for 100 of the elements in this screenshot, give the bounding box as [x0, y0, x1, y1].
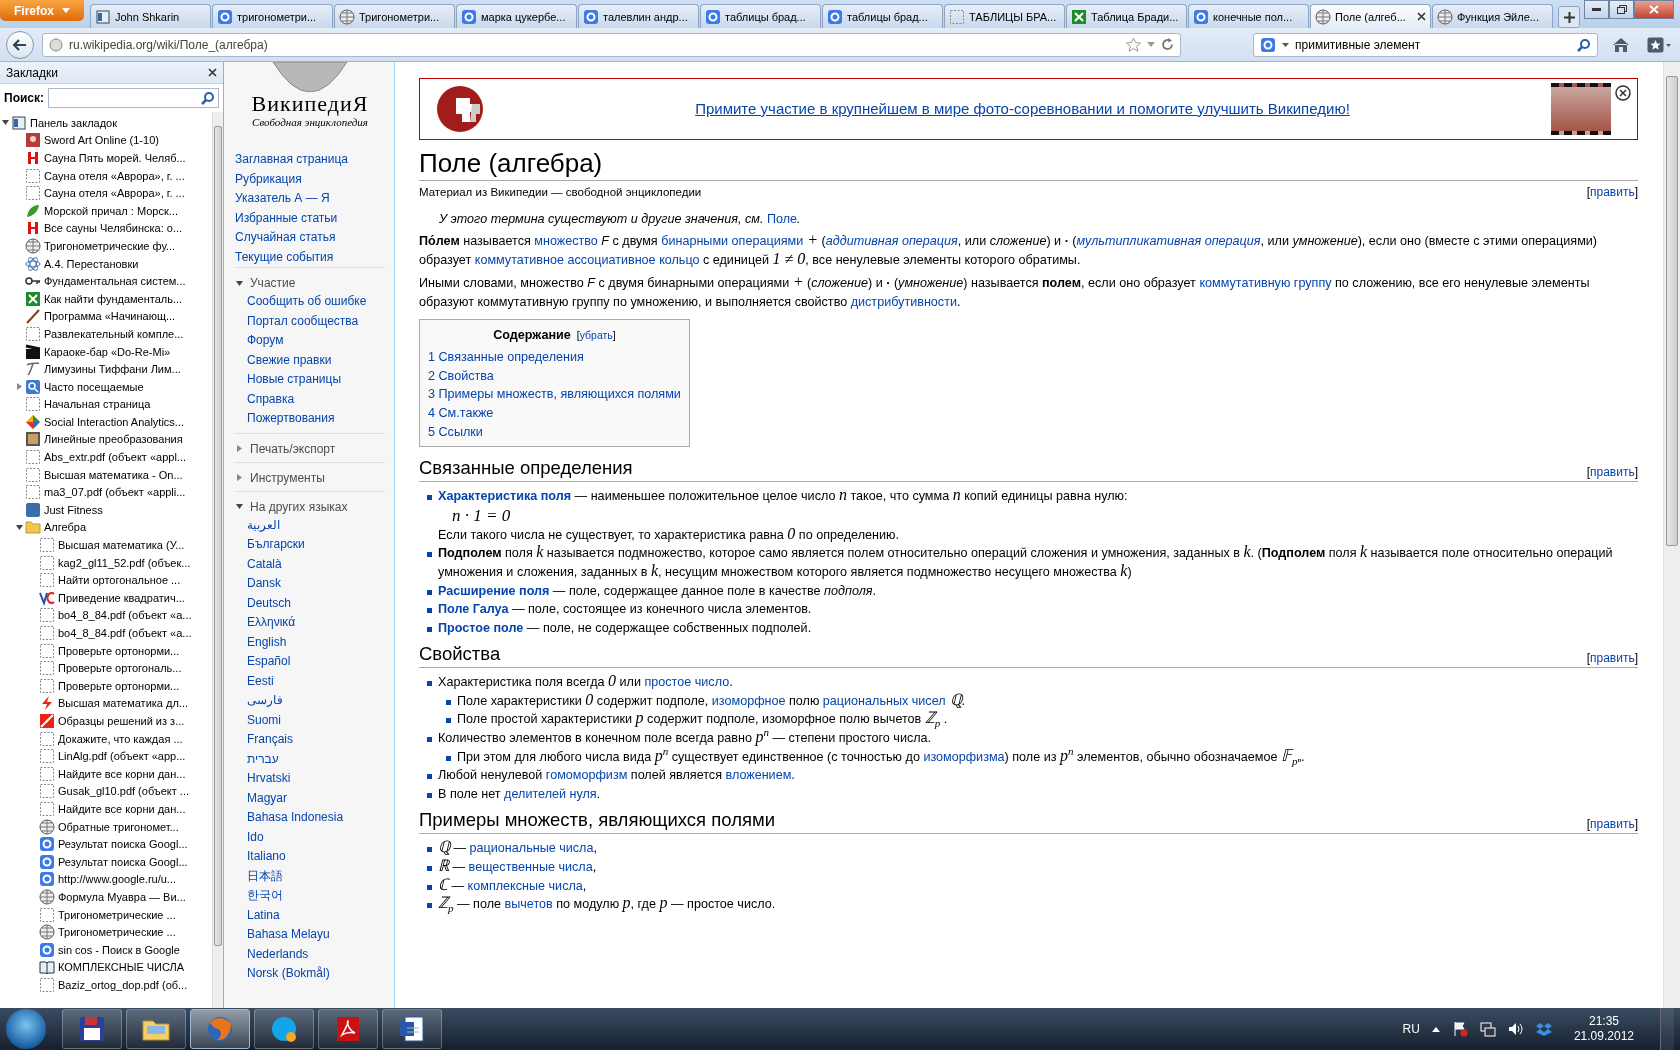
bookmark-item[interactable]: Тригонометрические ...: [39, 924, 176, 941]
link[interactable]: вещественные числа: [468, 860, 593, 875]
browser-tab[interactable]: Тригонометри...: [334, 4, 455, 28]
nav-link[interactable]: Bahasa Melayu: [247, 925, 385, 945]
bookmark-item[interactable]: Докажите, что каждая ...: [39, 730, 183, 747]
bookmark-item[interactable]: Лимузины Тиффани Лим...: [25, 361, 181, 378]
browser-tab[interactable]: марка цукербе...: [456, 4, 577, 28]
bookmark-item[interactable]: Формула Муавра — Ви...: [39, 888, 186, 905]
browser-tab[interactable]: тригонометри...: [212, 4, 333, 28]
browser-tab[interactable]: таблицы брад...: [822, 4, 943, 28]
box-icon[interactable]: [1535, 1021, 1552, 1037]
bookmark-item[interactable]: Abs_extr.pdf (объект «appl...: [25, 449, 187, 466]
link[interactable]: бинарными операциями: [661, 234, 804, 249]
nav-link[interactable]: Dansk: [247, 574, 385, 594]
nav-link[interactable]: עברית: [247, 749, 385, 769]
link[interactable]: вычетов: [504, 897, 553, 912]
link[interactable]: множество: [534, 234, 598, 249]
bookmark-item[interactable]: Сауна отеля «Аврора», г. ...: [25, 185, 185, 202]
nav-link[interactable]: Hrvatski: [247, 769, 385, 789]
nav-link[interactable]: Текущие события: [235, 247, 394, 267]
back-button[interactable]: [6, 30, 34, 59]
expanded-arrow-icon[interactable]: [1, 118, 10, 128]
bookmark-item[interactable]: sin cos - Поиск в Google: [39, 941, 180, 958]
nav-link[interactable]: Latina: [247, 905, 385, 925]
browser-tab[interactable]: талевлин андр...: [578, 4, 699, 28]
bookmark-item[interactable]: bo4_8_84.pdf (объект «а...: [39, 625, 192, 641]
browser-tab[interactable]: ТАБЛИЦЫ БРА...: [944, 4, 1065, 28]
close-icon[interactable]: [208, 68, 217, 77]
bookmark-item[interactable]: Морской причал : Морск...: [25, 202, 178, 219]
nav-link[interactable]: Случайная статья: [235, 228, 394, 248]
bookmark-item[interactable]: Найдите все корни дан...: [39, 765, 186, 782]
nav-link[interactable]: Ido: [247, 827, 385, 847]
nav-link[interactable]: Bahasa Indonesia: [247, 808, 385, 828]
bookmark-item[interactable]: КОМПЛЕКСНЫЕ ЧИСЛА: [39, 959, 185, 976]
nav-link[interactable]: Nederlands: [247, 944, 385, 964]
bookmark-item[interactable]: ma3_07.pdf (объект «appli...: [25, 484, 186, 501]
link[interactable]: Простое поле: [438, 620, 524, 635]
nav-link[interactable]: Указатель А — Я: [235, 189, 394, 209]
toc-link[interactable]: 3 Примеры множеств, являющихся полями: [428, 385, 681, 404]
bookmark-item[interactable]: Караоке-бар «Do-Re-Mi»: [25, 343, 171, 360]
bookmark-item[interactable]: Сауна отеля «Аврора», г. ...: [25, 167, 185, 184]
bookmark-item[interactable]: Алгебра: [25, 519, 87, 536]
minimize-button[interactable]: [1584, 0, 1609, 19]
portal-heading[interactable]: Участие: [250, 276, 296, 290]
search-field[interactable]: примитивные элемент: [1253, 32, 1598, 57]
portal-heading[interactable]: На других языках: [250, 499, 348, 514]
bookmark-item[interactable]: Найти ортогональное ...: [39, 572, 181, 589]
bookmark-item[interactable]: Фундаментальная систем...: [25, 273, 186, 290]
link[interactable]: аддитивная операция: [825, 234, 958, 249]
collapsed-arrow-icon[interactable]: [235, 444, 244, 453]
link[interactable]: мультипликативная операция: [1076, 234, 1261, 249]
star-icon[interactable]: [1126, 37, 1141, 52]
bookmark-item[interactable]: Высшая математика дл...: [39, 695, 189, 712]
bookmark-search-field[interactable]: [48, 88, 219, 108]
search-icon[interactable]: [201, 91, 215, 105]
portal-heading[interactable]: Печать/экспорт: [250, 441, 336, 456]
nav-link[interactable]: Форум: [247, 331, 385, 351]
edit-link[interactable]: править: [1590, 650, 1635, 665]
expanded-arrow-icon[interactable]: [235, 502, 244, 511]
nav-link[interactable]: Català: [247, 554, 385, 574]
address-field[interactable]: ru.wikipedia.org/wiki/Поле_(алгебра): [42, 32, 1181, 57]
link[interactable]: изоморфизма: [923, 749, 1005, 764]
bookmark-item[interactable]: Обратные тригономет...: [39, 818, 179, 835]
bookmark-item[interactable]: Social Interaction Analytics...: [25, 413, 184, 430]
toc-link[interactable]: 2 Свойства: [428, 366, 681, 386]
dropdown-icon[interactable]: [1282, 42, 1289, 47]
bookmark-item[interactable]: Часто посещаемые: [25, 378, 144, 395]
bookmark-item[interactable]: Найдите все корни дан...: [39, 800, 186, 817]
browser-tab[interactable]: John Shkarin: [90, 4, 211, 28]
bookmark-item[interactable]: Образцы решений из з...: [39, 713, 185, 729]
bookmark-item[interactable]: LinAlg.pdf (объект «app...: [39, 748, 186, 765]
nav-link[interactable]: Новые страницы: [247, 370, 385, 390]
reload-icon[interactable]: [1161, 38, 1174, 51]
collapsed-arrow-icon[interactable]: [235, 473, 244, 482]
nav-link[interactable]: Сообщить об ошибке: [247, 292, 385, 312]
language-indicator[interactable]: RU: [1402, 1022, 1420, 1036]
maximize-button[interactable]: [1609, 0, 1634, 19]
nav-link[interactable]: Избранные статьи: [235, 208, 394, 228]
scrollbar[interactable]: [1663, 62, 1680, 1008]
nav-link[interactable]: العربية: [247, 515, 385, 535]
link[interactable]: Характеристика поля: [438, 489, 572, 504]
link[interactable]: дистрибутивности: [850, 294, 957, 309]
nav-link[interactable]: Заглавная страница: [235, 150, 394, 170]
new-tab-button[interactable]: [1558, 6, 1580, 28]
nav-link[interactable]: Deutsch: [247, 593, 385, 613]
nav-link[interactable]: Eesti: [247, 671, 385, 691]
bookmark-item[interactable]: bo4_8_84.pdf (объект «а...: [39, 607, 192, 624]
link[interactable]: Расширение поля: [438, 583, 550, 598]
bookmark-item[interactable]: Тригонометрические фу...: [25, 237, 176, 254]
link[interactable]: гомоморфизм: [545, 768, 628, 783]
nav-link[interactable]: Español: [247, 652, 385, 672]
link[interactable]: коммутативное ассоциативное кольцо: [474, 252, 700, 267]
close-window-button[interactable]: [1634, 0, 1674, 19]
bookmark-item[interactable]: Панель закладок: [11, 114, 118, 131]
bookmark-item[interactable]: Результат поиска Googl...: [39, 836, 188, 853]
toc-link[interactable]: 4 См.также: [428, 403, 681, 423]
nav-link[interactable]: English: [247, 632, 385, 652]
edit-link[interactable]: править: [1590, 464, 1635, 479]
bookmark-item[interactable]: Высшая математика (У...: [39, 537, 185, 554]
nav-link[interactable]: Norsk (Bokmål): [247, 964, 385, 984]
